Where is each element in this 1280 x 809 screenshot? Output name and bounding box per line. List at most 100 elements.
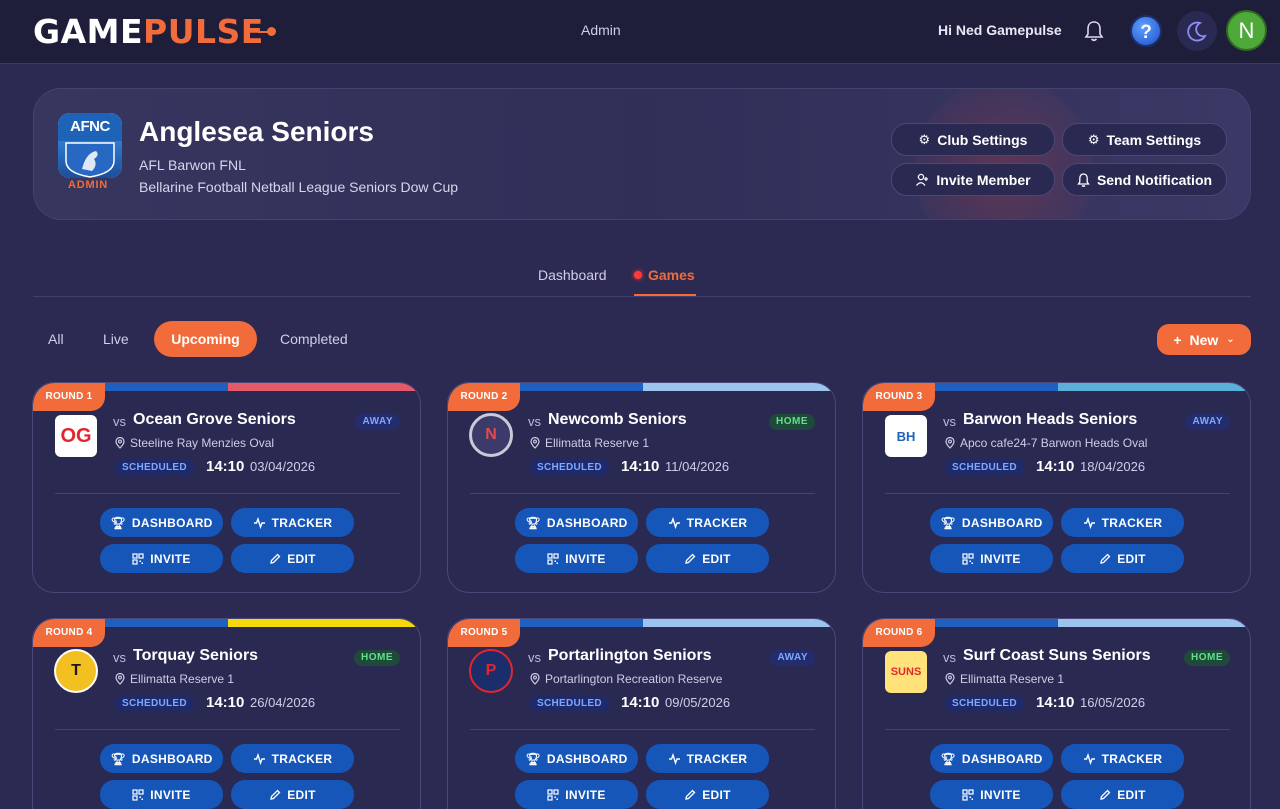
edit-button[interactable]: EDIT	[231, 780, 354, 809]
team-settings-button[interactable]: ⚙ Team Settings	[1062, 123, 1227, 156]
opponent-color-bar	[228, 619, 420, 627]
opponent-name: Surf Coast Suns Seniors	[963, 647, 1151, 664]
activity-icon	[668, 752, 680, 765]
filter-all[interactable]: All	[48, 331, 64, 347]
opponent-logo: SUNS	[885, 651, 927, 693]
dashboard-button[interactable]: 🏆︎ DASHBOARD	[930, 508, 1053, 537]
qr-code-icon	[962, 552, 974, 565]
invite-button[interactable]: INVITE	[515, 544, 638, 573]
trophy-icon: 🏆︎	[940, 515, 956, 530]
qr-code-icon	[547, 552, 559, 565]
bell-icon[interactable]	[1084, 20, 1104, 42]
invite-button[interactable]: INVITE	[100, 780, 223, 809]
gamepulse-logo[interactable]: GAMEPULSE	[33, 11, 276, 51]
opponent-logo: BH	[885, 415, 927, 457]
edit-button[interactable]: EDIT	[646, 544, 769, 573]
theme-toggle-button[interactable]	[1177, 11, 1217, 51]
tracker-button[interactable]: TRACKER	[646, 744, 769, 773]
activity-icon	[253, 752, 265, 765]
dashboard-button[interactable]: 🏆︎ DASHBOARD	[930, 744, 1053, 773]
opponent-name: Torquay Seniors	[133, 647, 259, 664]
team-league: AFL Barwon FNL	[139, 157, 246, 173]
opponent-logo: P	[469, 649, 513, 693]
location-pin-icon	[115, 673, 125, 685]
logo-pulse: PULSE	[143, 11, 264, 51]
vs-label: vs	[113, 414, 126, 429]
qr-code-icon	[962, 788, 974, 801]
live-dot-icon	[634, 271, 642, 279]
game-card: ROUND 2 N vs Newcomb Seniors HOME Ellima…	[447, 382, 836, 593]
game-time: 14:10	[621, 458, 660, 475]
status-badge: SCHEDULED	[530, 695, 609, 712]
invite-button[interactable]: INVITE	[930, 780, 1053, 809]
opponent-color-bar	[1058, 383, 1250, 391]
game-time: 14:10	[1036, 458, 1075, 475]
opponent-color-bar	[643, 383, 835, 391]
tracker-button[interactable]: TRACKER	[646, 508, 769, 537]
dashboard-button[interactable]: 🏆︎ DASHBOARD	[100, 508, 223, 537]
location-pin-icon	[530, 673, 540, 685]
tabs-divider	[33, 296, 1251, 297]
tracker-button[interactable]: TRACKER	[1061, 508, 1184, 537]
edit-button[interactable]: EDIT	[1061, 544, 1184, 573]
tracker-button[interactable]: TRACKER	[1061, 744, 1184, 773]
game-card: ROUND 6 SUNS vs Surf Coast Suns Seniors …	[862, 618, 1251, 809]
filter-completed[interactable]: Completed	[280, 331, 348, 347]
opponent-color-bar	[228, 383, 420, 391]
opponent-color-bar	[1058, 619, 1250, 627]
invite-button[interactable]: INVITE	[515, 780, 638, 809]
opponent-logo: T	[54, 649, 98, 693]
edit-button[interactable]: EDIT	[1061, 780, 1184, 809]
card-divider	[470, 729, 815, 730]
home-away-badge: AWAY	[1185, 414, 1230, 430]
trophy-icon: 🏆︎	[525, 515, 541, 530]
opponent-logo-text: P	[485, 662, 497, 679]
round-badge: ROUND 1	[33, 383, 105, 411]
venue-name: Portarlington Recreation Reserve	[545, 672, 723, 686]
card-divider	[885, 493, 1230, 494]
dashboard-button[interactable]: 🏆︎ DASHBOARD	[515, 744, 638, 773]
nav-admin-link[interactable]: Admin	[581, 22, 621, 38]
team-header-card: AFNC ADMIN Anglesea Seniors AFL Barwon F…	[33, 88, 1251, 220]
game-time: 14:10	[1036, 694, 1075, 711]
game-date: 26/04/2026	[250, 695, 316, 710]
edit-button[interactable]: EDIT	[231, 544, 354, 573]
vs-label: vs	[943, 650, 956, 665]
vs-label: vs	[943, 414, 956, 429]
opponent-name: Barwon Heads Seniors	[963, 411, 1138, 428]
game-date: 11/04/2026	[665, 459, 730, 474]
location-pin-icon	[530, 437, 540, 449]
tab-games[interactable]: Games	[634, 267, 695, 283]
edit-button[interactable]: EDIT	[646, 780, 769, 809]
opponent-logo-text: BH	[896, 428, 916, 444]
qr-code-icon	[547, 788, 559, 801]
game-date: 16/05/2026	[1080, 695, 1146, 710]
trophy-icon: 🏆︎	[110, 515, 126, 530]
filter-live[interactable]: Live	[103, 331, 129, 347]
filter-upcoming[interactable]: Upcoming	[154, 321, 257, 357]
help-icon[interactable]: ?	[1130, 15, 1162, 47]
activity-icon	[1083, 516, 1095, 529]
send-notification-button[interactable]: Send Notification	[1062, 163, 1227, 196]
opponent-logo-text: SUNS	[890, 666, 922, 678]
home-away-badge: HOME	[769, 414, 815, 430]
dashboard-button[interactable]: 🏆︎ DASHBOARD	[515, 508, 638, 537]
dashboard-button[interactable]: 🏆︎ DASHBOARD	[100, 744, 223, 773]
chevron-down-icon: ⌄	[1226, 334, 1235, 345]
card-divider	[55, 493, 400, 494]
invite-button[interactable]: INVITE	[930, 544, 1053, 573]
tracker-button[interactable]: TRACKER	[231, 508, 354, 537]
moon-icon	[1187, 21, 1207, 42]
venue: Steeline Ray Menzies Oval	[115, 436, 274, 450]
invite-member-button[interactable]: Invite Member	[891, 163, 1055, 196]
invite-button[interactable]: INVITE	[100, 544, 223, 573]
tab-dashboard[interactable]: Dashboard	[538, 267, 607, 283]
avatar[interactable]: N	[1226, 10, 1267, 51]
game-card: ROUND 5 P vs Portarlington Seniors AWAY …	[447, 618, 836, 809]
team-name: Anglesea Seniors	[139, 116, 374, 147]
club-settings-button[interactable]: ⚙ Club Settings	[891, 123, 1055, 156]
game-date: 03/04/2026	[250, 459, 316, 474]
game-card: ROUND 1 OG vs Ocean Grove Seniors AWAY S…	[32, 382, 421, 593]
tracker-button[interactable]: TRACKER	[231, 744, 354, 773]
new-game-button[interactable]: + New ⌄	[1157, 324, 1251, 355]
